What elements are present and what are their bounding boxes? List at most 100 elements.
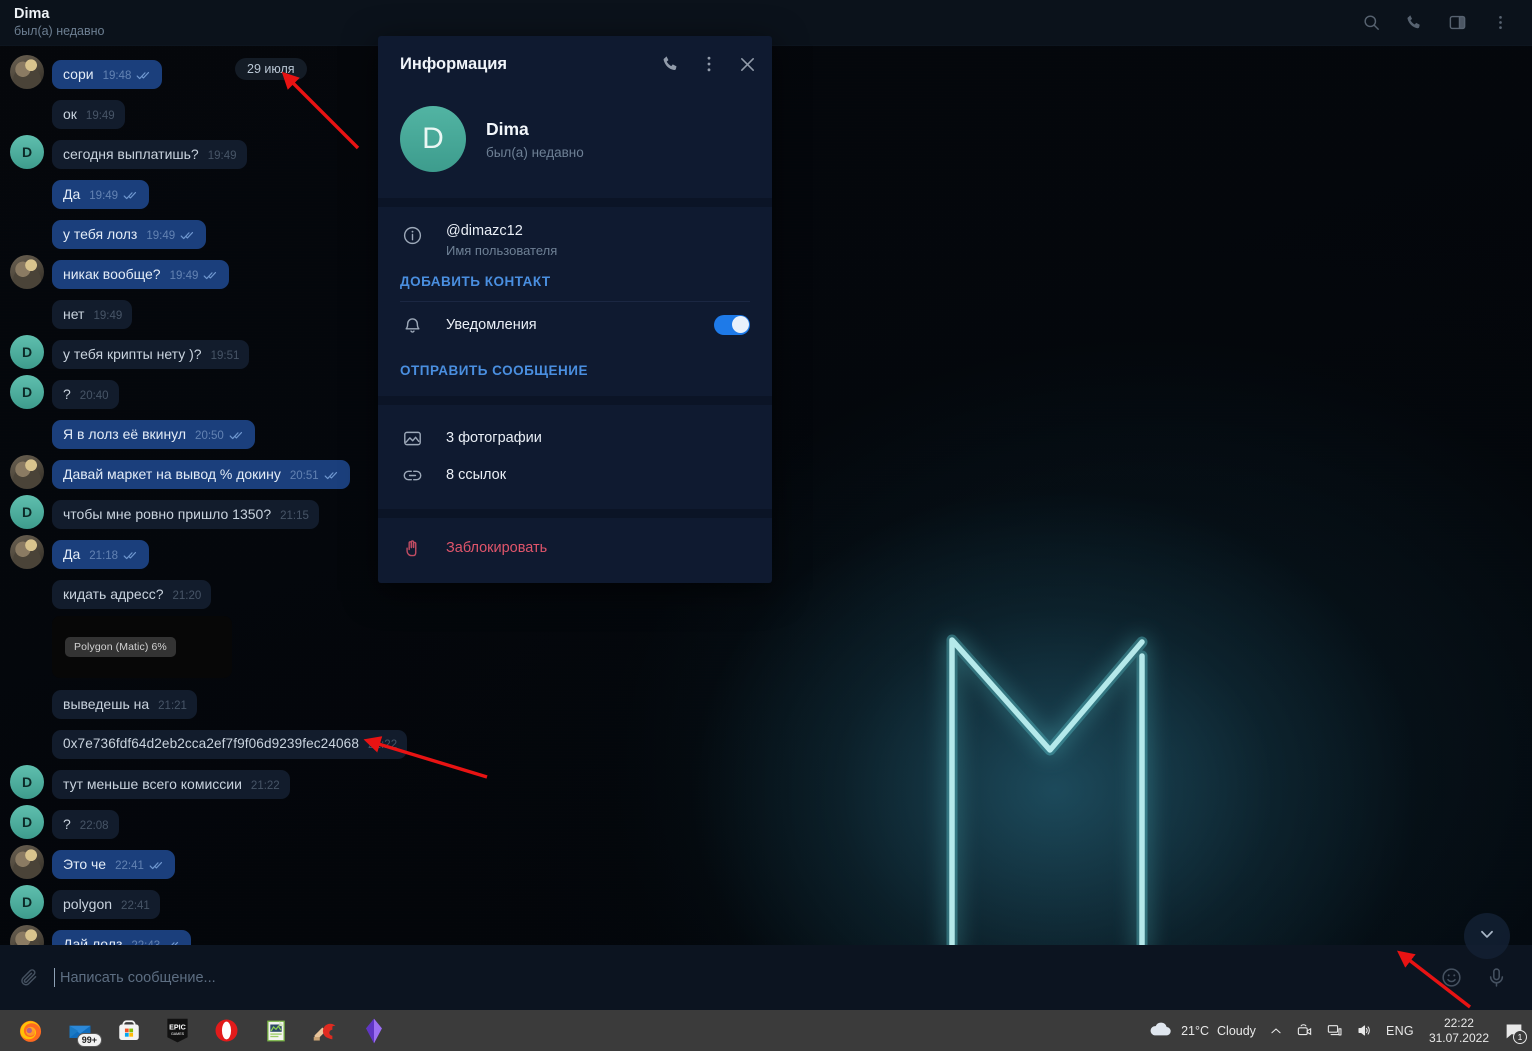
message-bubble[interactable]: 0x7e736fdf64d2eb2cca2ef7f9f06d9239fec240… (52, 730, 408, 759)
avatar[interactable]: D (10, 335, 44, 369)
taskbar-item-microsoft-store[interactable] (104, 1010, 153, 1051)
phone-icon[interactable] (661, 54, 681, 74)
more-vertical-icon[interactable] (699, 54, 719, 74)
weather-widget[interactable]: 21°C Cloudy (1148, 1021, 1256, 1041)
svg-text:GAMES: GAMES (171, 1032, 185, 1036)
search-icon[interactable] (1362, 13, 1381, 32)
message-bubble[interactable]: ? 22:08 (52, 809, 119, 839)
message-bubble[interactable]: ? 20:40 (52, 379, 119, 409)
message-bubble[interactable]: никак вообще? 19:49 (52, 259, 230, 289)
message-bubble[interactable]: выведешь на 21:21 (52, 689, 197, 719)
message-row[interactable]: D ? 22:08 (0, 802, 770, 842)
message-bubble[interactable]: чтобы мне ровно пришло 1350? 21:15 (52, 499, 319, 529)
message-bubble[interactable]: Давай маркет на вывод % докину 20:51 (52, 459, 350, 489)
clock-widget[interactable]: 22:22 31.07.2022 (1427, 1016, 1491, 1046)
message-bubble[interactable]: сегодня выплатишь? 19:49 (52, 139, 247, 169)
message-bubble[interactable]: polygon 22:41 (52, 889, 160, 919)
avatar[interactable]: D (10, 885, 44, 919)
notifications-toggle[interactable] (714, 314, 750, 335)
avatar[interactable] (10, 55, 44, 89)
message-row[interactable]: Дай лолз22:43 (0, 922, 770, 945)
message-bubble[interactable]: тут меньше всего комиссии 21:22 (52, 769, 290, 799)
message-row[interactable]: Dтут меньше всего комиссии 21:22 (0, 762, 770, 802)
volume-icon[interactable] (1356, 1023, 1373, 1038)
message-bubble[interactable]: Да 21:18 (52, 539, 150, 569)
taskbar-item-epic-games[interactable]: EPIC GAMES (153, 1010, 202, 1051)
clock-time: 22:22 (1443, 1015, 1474, 1030)
message-bubble[interactable]: нет 19:49 (52, 299, 133, 329)
notifications-row: Уведомления (400, 302, 750, 347)
message-row[interactable]: выведешь на 21:21 (0, 682, 770, 722)
windows-taskbar: 99+ EPIC GAMES 21°C Cloudy ENG 22:22 31.… (0, 1010, 1532, 1051)
message-bubble[interactable]: Дай лолз22:43 (52, 929, 192, 946)
network-icon[interactable] (1326, 1023, 1343, 1038)
message-row[interactable]: Это че 22:41 (0, 842, 770, 882)
message-row[interactable]: 0x7e736fdf64d2eb2cca2ef7f9f06d9239fec240… (0, 722, 770, 762)
avatar[interactable] (10, 845, 44, 879)
taskbar-item-crystal-app[interactable] (349, 1010, 398, 1051)
notification-center-button[interactable]: 1 (1504, 1022, 1527, 1044)
taskbar-item-mail[interactable]: 99+ (55, 1010, 104, 1051)
scroll-to-bottom-button[interactable] (1464, 913, 1510, 959)
avatar[interactable]: D (10, 375, 44, 409)
message-bubble[interactable]: у тебя лолз 19:49 (52, 219, 207, 249)
message-meta: 19:51 (211, 349, 240, 363)
message-time: 22:08 (79, 819, 109, 832)
weather-description: Cloudy (1217, 1023, 1256, 1038)
taskbar-item-firefox[interactable] (6, 1010, 55, 1051)
info-panel-identity: D Dima был(а) недавно (378, 92, 772, 198)
avatar[interactable] (10, 255, 44, 289)
message-meta: 19:48 (103, 69, 153, 83)
chat-peer-info[interactable]: Dima был(а) недавно (14, 6, 105, 40)
info-panel-actions (661, 54, 758, 75)
info-panel-icon[interactable] (1448, 13, 1467, 32)
microphone-icon[interactable] (1485, 966, 1508, 989)
message-bubble[interactable]: ок 19:49 (52, 99, 125, 129)
message-bubble[interactable]: у тебя крипты нету )? 19:51 (52, 339, 250, 369)
avatar[interactable]: D (10, 495, 44, 529)
camera-privacy-icon[interactable] (1296, 1023, 1313, 1038)
close-icon[interactable] (737, 54, 758, 75)
message-bubble[interactable]: Это че 22:41 (52, 849, 175, 879)
shared-links-row[interactable]: 8 ссылок (400, 456, 750, 493)
message-bubble[interactable]: Я в лолз её вкинул 20:50 (52, 419, 255, 449)
message-bubble[interactable]: кидать адресс? 21:20 (52, 579, 212, 609)
avatar[interactable] (10, 925, 44, 945)
taskbar-item-excel-doc[interactable] (251, 1010, 300, 1051)
message-text: ? (63, 385, 71, 402)
block-user-row[interactable]: Заблокировать (400, 534, 750, 561)
message-row[interactable]: Dpolygon 22:41 (0, 882, 770, 922)
username-value[interactable]: @dimazc12 (446, 223, 557, 239)
message-bubble[interactable]: Да 19:49 (52, 179, 150, 209)
avatar[interactable]: D (10, 765, 44, 799)
cloud-icon (1148, 1021, 1173, 1041)
bell-icon (400, 313, 424, 336)
message-meta: 21:22 (251, 779, 280, 793)
tray-expand-icon[interactable] (1269, 1024, 1283, 1038)
attachment-image[interactable]: Polygon (Matic) 6% (52, 616, 232, 678)
language-indicator[interactable]: ENG (1386, 1024, 1414, 1038)
message-text: Дай лолз (63, 935, 123, 946)
message-text: у тебя лолз (63, 225, 138, 242)
date-separator-label: 29 июля (235, 58, 307, 80)
paperclip-icon[interactable] (18, 967, 40, 989)
message-meta: 21:18 (89, 549, 139, 563)
more-vertical-icon[interactable] (1491, 13, 1510, 32)
taskbar-item-ccleaner[interactable] (300, 1010, 349, 1051)
clock-date: 31.07.2022 (1428, 1030, 1489, 1045)
avatar[interactable] (10, 455, 44, 489)
phone-icon[interactable] (1405, 13, 1424, 32)
taskbar-badge-mail: 99+ (76, 1033, 102, 1047)
avatar[interactable]: D (10, 135, 44, 169)
message-attachment[interactable]: Polygon (Matic) 6% (0, 612, 770, 682)
message-input[interactable]: Написать сообщение... (54, 967, 216, 987)
taskbar-item-opera[interactable] (202, 1010, 251, 1051)
send-message-button[interactable]: ОТПРАВИТЬ СООБЩЕНИЕ (400, 347, 750, 384)
avatar[interactable]: D (10, 805, 44, 839)
add-contact-button[interactable]: ДОБАВИТЬ КОНТАКТ (400, 258, 750, 295)
shared-photos-row[interactable]: 3 фотографии (400, 419, 750, 456)
info-panel-header: Информация (378, 36, 772, 92)
message-bubble[interactable]: сори 19:48 (52, 59, 163, 89)
smiley-icon[interactable] (1440, 966, 1463, 989)
avatar[interactable] (10, 535, 44, 569)
